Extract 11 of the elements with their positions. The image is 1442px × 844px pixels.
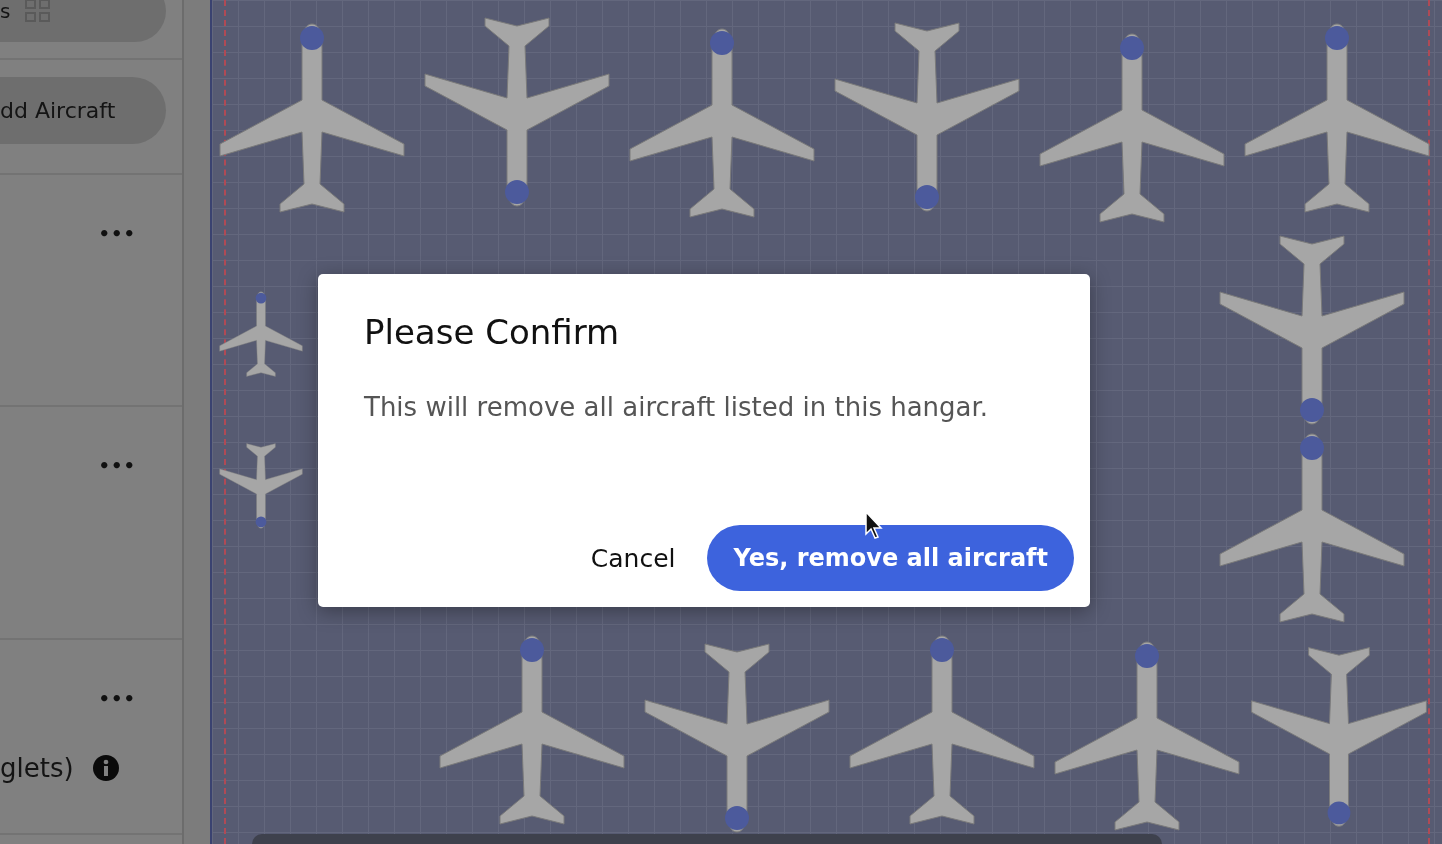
add-aircraft-button[interactable]: dd Aircraft [0, 77, 166, 144]
more-menu-button[interactable]: ••• [94, 455, 140, 476]
cancel-button[interactable]: Cancel [584, 535, 682, 581]
view-label: s [0, 0, 11, 23]
aircraft-note: glets) [0, 753, 74, 783]
dialog-message: This will remove all aircraft listed in this hangar. [364, 392, 990, 422]
more-menu-button[interactable]: ••• [94, 223, 140, 244]
more-menu-button[interactable]: ••• [94, 688, 140, 709]
confirm-button[interactable]: Yes, remove all aircraft [707, 525, 1074, 591]
dialog-title: Please Confirm [364, 312, 621, 352]
info-icon[interactable] [91, 754, 120, 782]
